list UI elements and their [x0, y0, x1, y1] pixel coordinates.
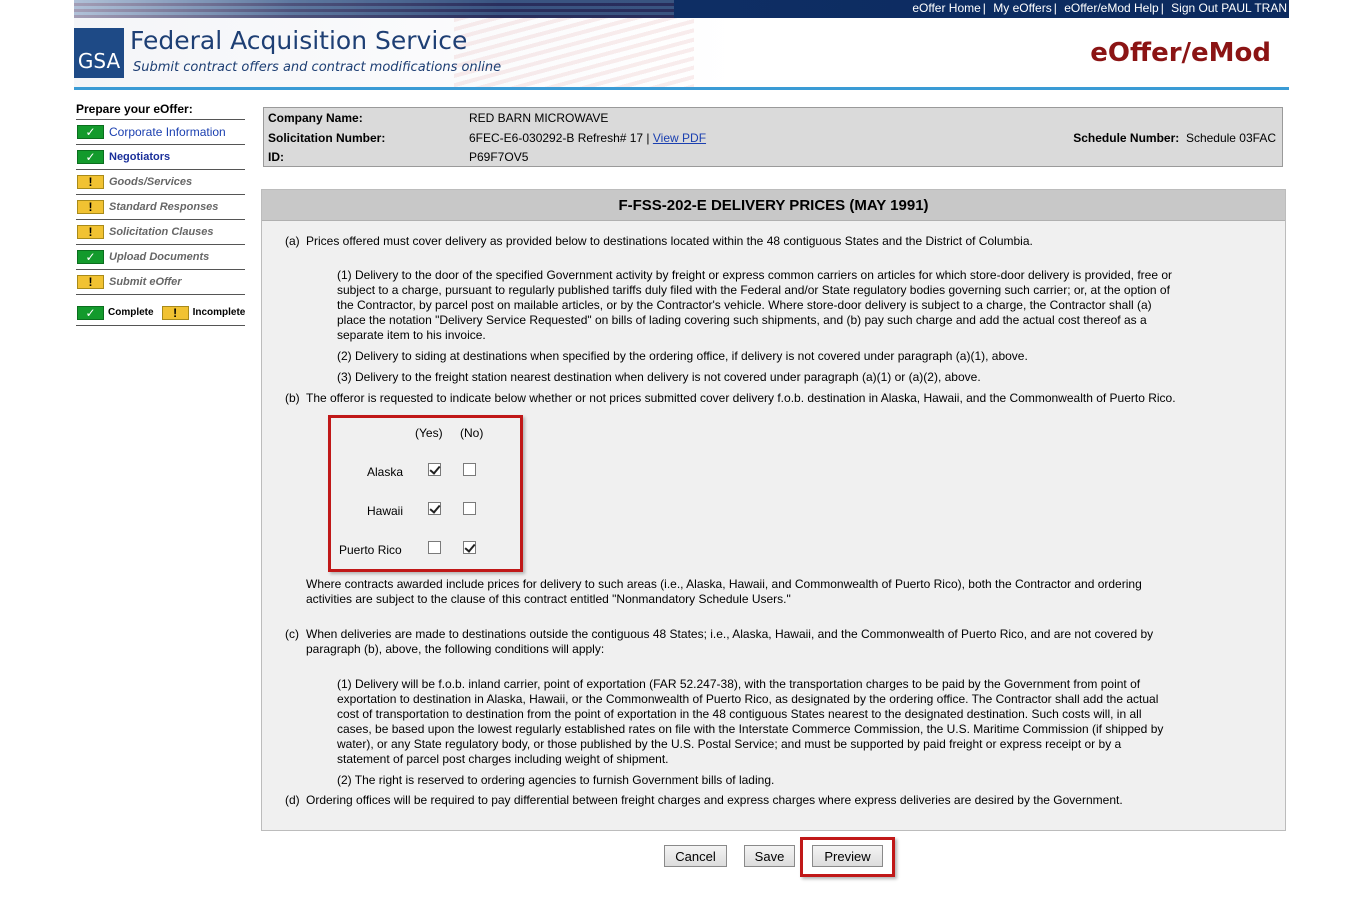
- legend-incomplete: Incomplete: [192, 307, 246, 318]
- link-help[interactable]: eOffer/eMod Help: [1064, 1, 1159, 15]
- link-my-eoffers[interactable]: My eOffers: [993, 1, 1051, 15]
- alaska-no-checkbox[interactable]: [463, 463, 476, 476]
- brand-title: eOffer/eMod: [1090, 38, 1271, 68]
- banner-rule: [74, 87, 1289, 90]
- top-nav-bar: eOffer Home | My eOffers | eOffer/eMod Hel…: [74, 0, 1289, 18]
- clause-paragraph-c2: (2) The right is reserved to ordering ag…: [337, 773, 775, 787]
- sidebar-item-goods-services[interactable]: ! Goods/Services: [76, 170, 245, 195]
- paragraph-text: When deliveries are made to destinations…: [306, 627, 1153, 657]
- paragraph-line: place the notation "Delivery Service Req…: [337, 313, 1147, 327]
- sidebar-item-corporate-information[interactable]: ✓ Corporate Information: [76, 120, 245, 145]
- sidebar-item-label[interactable]: Standard Responses: [109, 201, 218, 213]
- sidebar-item-solicitation-clauses[interactable]: ! Solicitation Clauses: [76, 220, 245, 245]
- paragraph-text: The offeror is requested to indicate bel…: [306, 391, 1176, 405]
- no-column-header: (No): [460, 426, 484, 440]
- clause-paragraph-a3: (3) Delivery to the freight station near…: [337, 370, 981, 384]
- company-name-value: RED BARN MICROWAVE: [469, 111, 609, 125]
- clause-paragraph-c1: (1) Delivery will be f.o.b. inland carri…: [337, 677, 1267, 767]
- exclamation-icon: !: [77, 275, 104, 289]
- paragraph-tag: (b): [285, 391, 300, 405]
- paragraph-line: paragraph (b), above, the following cond…: [306, 642, 605, 656]
- status-legend: ✓ Complete ! Incomplete: [76, 300, 245, 326]
- clause-paragraph-a1: (1) Delivery to the door of the specifie…: [337, 268, 1267, 343]
- paragraph-line: exportation to destination in Alaska, Ha…: [337, 692, 1159, 706]
- check-icon: ✓: [77, 150, 104, 164]
- exclamation-icon: !: [161, 305, 189, 320]
- cancel-button[interactable]: Cancel: [664, 845, 727, 867]
- paragraph-line: (1) Delivery to the door of the specifie…: [337, 268, 1173, 282]
- progress-sidebar: Prepare your eOffer: ✓ Corporate Informa…: [76, 100, 245, 326]
- paragraph-line: When deliveries are made to destinations…: [306, 627, 1154, 641]
- clause-title: F-FSS-202-E DELIVERY PRICES (MAY 1991): [262, 190, 1285, 221]
- paragraph-line: Where contracts awarded include prices f…: [306, 577, 1142, 591]
- alaska-yes-checkbox[interactable]: [428, 463, 441, 476]
- sidebar-item-label[interactable]: Upload Documents: [109, 251, 209, 263]
- offer-info-box: Company Name: RED BARN MICROWAVE Solicit…: [263, 107, 1283, 167]
- paragraph-line: statement of parcel post charges includi…: [337, 752, 669, 766]
- sidebar-item-label[interactable]: Submit eOffer: [109, 276, 182, 288]
- solicitation-number-label: Solicitation Number:: [268, 131, 386, 145]
- sidebar-item-label[interactable]: Negotiators: [109, 151, 170, 163]
- sidebar-item-upload-documents[interactable]: ✓ Upload Documents: [76, 245, 245, 270]
- sidebar-item-label[interactable]: Goods/Services: [109, 176, 192, 188]
- gsa-logo: GSA: [74, 28, 124, 78]
- schedule-number-label: Schedule Number:: [1073, 131, 1180, 145]
- puerto-rico-no-checkbox[interactable]: [463, 541, 476, 554]
- link-sign-out[interactable]: Sign Out PAUL TRAN: [1171, 1, 1287, 15]
- yes-column-header: (Yes): [415, 426, 443, 440]
- alaska-label: Alaska: [367, 465, 404, 479]
- legend-complete: Complete: [108, 307, 154, 318]
- banner-decoration: [454, 18, 694, 88]
- flag-decoration: [74, 0, 674, 18]
- check-icon: ✓: [77, 305, 104, 320]
- sidebar-item-label[interactable]: Solicitation Clauses: [109, 226, 214, 238]
- exclamation-icon: !: [77, 225, 104, 239]
- solicitation-number-value: 6FEC-E6-030292-B Refresh# 17 |: [469, 131, 650, 145]
- exclamation-icon: !: [77, 175, 104, 189]
- exclamation-icon: !: [77, 200, 104, 214]
- check-icon: ✓: [77, 250, 104, 264]
- puerto-rico-label: Puerto Rico: [339, 543, 402, 557]
- solicitation-number: 6FEC-E6-030292-B Refresh# 17 | View PDF: [469, 131, 706, 145]
- company-name-label: Company Name:: [268, 111, 363, 125]
- check-icon: ✓: [77, 125, 104, 139]
- schedule-number-value: Schedule 03FAC: [1185, 131, 1276, 145]
- paragraph-line: activities are subject to the clause of …: [306, 592, 791, 606]
- paragraph-line: (1) Delivery will be f.o.b. inland carri…: [337, 677, 1141, 691]
- paragraph-line: cases, be based upon the lowest regularl…: [337, 722, 1164, 736]
- id-value: P69F7OV5: [469, 150, 529, 164]
- hawaii-label: Hawaii: [367, 504, 404, 518]
- clause-paragraph-a2: (2) Delivery to siding at destinations w…: [337, 349, 1028, 363]
- hawaii-yes-checkbox[interactable]: [428, 502, 441, 515]
- paragraph-tag: (a): [285, 234, 300, 248]
- view-pdf-link[interactable]: View PDF: [653, 131, 706, 145]
- puerto-rico-yes-checkbox[interactable]: [428, 541, 441, 554]
- paragraph-text: Prices offered must cover delivery as pr…: [306, 234, 1033, 248]
- sidebar-item-label[interactable]: Corporate Information: [109, 125, 226, 139]
- preview-button[interactable]: Preview: [812, 845, 883, 867]
- schedule-number: Schedule Number: Schedule 03FAC: [1073, 131, 1276, 145]
- paragraph-line: water), or any State regulatory body, or…: [337, 737, 1122, 751]
- paragraph-line: cost of transportation to destination fr…: [337, 707, 1142, 721]
- paragraph-tag: (d): [285, 793, 300, 807]
- paragraph-text: Ordering offices will be required to pay…: [306, 793, 1123, 807]
- sidebar-item-standard-responses[interactable]: ! Standard Responses: [76, 195, 245, 220]
- sidebar-item-submit-eoffer[interactable]: ! Submit eOffer: [76, 270, 245, 295]
- hawaii-no-checkbox[interactable]: [463, 502, 476, 515]
- top-links: eOffer Home | My eOffers | eOffer/eMod Hel…: [912, 1, 1287, 15]
- save-button[interactable]: Save: [744, 845, 795, 867]
- site-title: Federal Acquisition Service: [130, 26, 468, 55]
- clause-paragraph-b-note: Where contracts awarded include prices f…: [306, 577, 1266, 607]
- site-banner: GSA Federal Acquisition Service Submit c…: [74, 18, 1289, 88]
- link-eoffer-home[interactable]: eOffer Home: [912, 1, 980, 15]
- paragraph-tag: (c): [285, 627, 299, 641]
- site-subtitle: Submit contract offers and contract modi…: [133, 60, 502, 75]
- paragraph-line: the Contractor, by parcel post on mailab…: [337, 298, 1152, 312]
- paragraph-line: separate item to his invoice.: [337, 328, 486, 342]
- sidebar-heading: Prepare your eOffer:: [76, 100, 245, 120]
- id-label: ID:: [268, 150, 284, 164]
- sidebar-item-negotiators[interactable]: ✓ Negotiators: [76, 145, 245, 170]
- paragraph-line: subject to a charge, pursuant to regular…: [337, 283, 1170, 297]
